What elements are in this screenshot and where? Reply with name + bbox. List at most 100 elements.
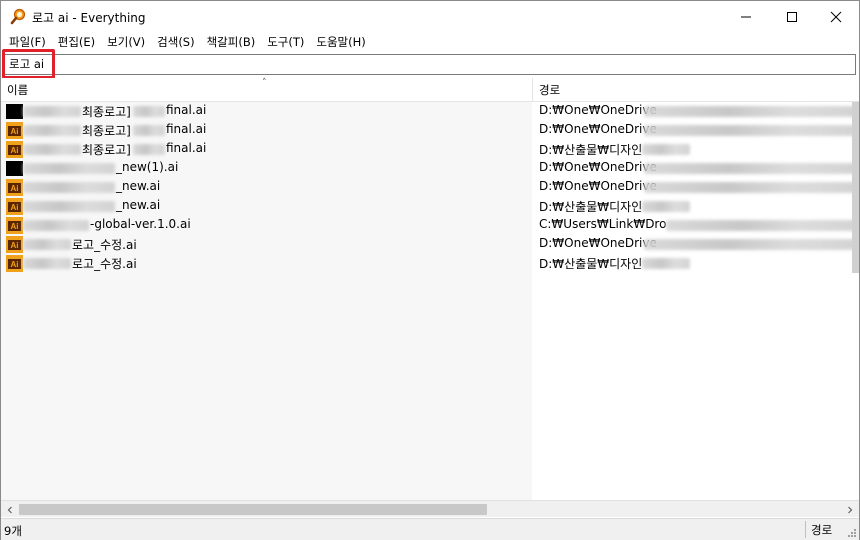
redacted-text — [642, 144, 690, 155]
redacted-text — [642, 258, 690, 269]
svg-text:Ai: Ai — [11, 222, 19, 231]
file-name-suffix: final.ai — [166, 103, 207, 117]
file-name: 최종로고] — [82, 143, 131, 157]
svg-text:Ai: Ai — [11, 127, 19, 136]
column-header-name[interactable]: 이름 — [7, 82, 28, 98]
file-name-suffix: final.ai — [166, 141, 207, 155]
scroll-left-button[interactable] — [3, 503, 16, 516]
redacted-text — [644, 182, 856, 193]
status-path-label: 경로 — [811, 523, 833, 537]
black-file-icon — [6, 104, 23, 119]
redacted-text — [23, 182, 115, 193]
redacted-text — [644, 239, 856, 250]
redacted-text — [23, 125, 81, 136]
menu-bar: 파일(F) 편집(E) 보기(V) 검색(S) 책갈피(B) 도구(T) 도움말… — [1, 32, 859, 52]
table-row[interactable]: Ai 로고_수정.ai D:₩One₩OneDrive — [1, 235, 859, 254]
close-icon — [830, 11, 842, 22]
minimize-icon — [741, 16, 751, 17]
ai-file-icon: Ai — [6, 255, 23, 272]
table-row[interactable]: Ai -global-ver.1.0.ai C:₩Users₩Link₩Dro — [1, 216, 859, 235]
table-row[interactable]: Ai _new.ai D:₩산출물₩디자인 — [1, 197, 859, 216]
menu-bookmarks[interactable]: 책갈피(B) — [201, 32, 262, 52]
file-path: D:₩One₩OneDrive — [539, 179, 657, 193]
redacted-text — [644, 163, 856, 174]
chevron-left-icon — [7, 506, 12, 513]
table-row[interactable]: Ai 최종로고] final.ai D:₩산출물₩디자인 — [1, 140, 859, 159]
maximize-icon — [787, 11, 797, 22]
redacted-text — [642, 201, 690, 212]
file-path: D:₩산출물₩디자인 — [539, 200, 643, 214]
redacted-text — [23, 220, 89, 231]
menu-help[interactable]: 도움말(H) — [310, 32, 371, 52]
redacted-text — [644, 125, 856, 136]
ai-file-icon: Ai — [6, 122, 23, 139]
table-row[interactable]: _new(1).ai D:₩One₩OneDrive — [1, 159, 859, 178]
redacted-text — [644, 106, 856, 117]
file-name: 최종로고] — [82, 124, 131, 138]
scroll-thumb[interactable] — [19, 504, 487, 515]
table-row[interactable]: Ai _new.ai D:₩One₩OneDrive — [1, 178, 859, 197]
redacted-text — [23, 163, 115, 174]
file-path: D:₩One₩OneDrive — [539, 160, 657, 174]
horizontal-scrollbar[interactable] — [1, 500, 859, 517]
redacted-text — [23, 144, 81, 155]
status-bar: 9개 경로 — [1, 518, 859, 540]
file-name: 최종로고] — [82, 105, 131, 119]
column-header-path[interactable]: 경로 — [539, 82, 560, 98]
ai-file-icon: Ai — [6, 141, 23, 158]
file-path: D:₩One₩OneDrive — [539, 103, 657, 117]
table-row[interactable]: Ai 로고_수정.ai D:₩산출물₩디자인 — [1, 254, 859, 273]
file-path: D:₩One₩OneDrive — [539, 122, 657, 136]
column-headers: 이름 ˄ 경로 — [1, 78, 859, 102]
file-name: _new.ai — [116, 198, 161, 212]
redacted-text — [133, 144, 165, 155]
ai-file-icon: Ai — [6, 236, 23, 253]
magnifier-app-icon — [10, 8, 26, 25]
redacted-text — [666, 220, 856, 231]
resize-grip-icon[interactable] — [846, 527, 856, 537]
redacted-text — [23, 201, 115, 212]
menu-view[interactable]: 보기(V) — [101, 32, 151, 52]
svg-text:Ai: Ai — [11, 146, 19, 155]
ai-file-icon: Ai — [6, 179, 23, 196]
file-name: 로고_수정.ai — [72, 257, 137, 271]
result-count: 9개 — [4, 524, 22, 538]
redacted-text — [23, 239, 71, 250]
file-name: 로고_수정.ai — [72, 238, 137, 252]
chevron-right-icon — [847, 506, 852, 513]
menu-edit[interactable]: 편집(E) — [52, 32, 101, 52]
svg-text:Ai: Ai — [11, 260, 19, 269]
file-path: D:₩산출물₩디자인 — [539, 143, 643, 157]
table-row[interactable]: 최종로고] final.ai D:₩One₩OneDrive — [1, 102, 859, 121]
ai-file-icon: Ai — [6, 217, 23, 234]
title-bar[interactable]: 로고 ai - Everything — [1, 1, 859, 32]
file-path: D:₩One₩OneDrive — [539, 236, 657, 250]
svg-text:Ai: Ai — [11, 184, 19, 193]
file-name-suffix: final.ai — [166, 122, 207, 136]
redacted-text — [23, 106, 81, 117]
file-name: _new(1).ai — [116, 160, 179, 174]
minimize-button[interactable] — [723, 1, 769, 32]
vertical-scroll-edge — [852, 102, 859, 273]
menu-tools[interactable]: 도구(T) — [261, 32, 310, 52]
column-divider[interactable] — [532, 78, 533, 102]
results-list[interactable]: 최종로고] final.ai D:₩One₩OneDrive Ai 최종로고] … — [1, 102, 859, 500]
scroll-right-button[interactable] — [843, 503, 856, 516]
svg-text:Ai: Ai — [11, 203, 19, 212]
redacted-text — [133, 106, 165, 117]
menu-search[interactable]: 검색(S) — [151, 32, 200, 52]
file-name: -global-ver.1.0.ai — [90, 217, 191, 231]
search-bar: 로고 ai — [1, 49, 859, 79]
file-path: D:₩산출물₩디자인 — [539, 257, 643, 271]
black-file-icon — [6, 161, 23, 176]
sort-ascending-icon: ˄ — [262, 78, 267, 88]
close-button[interactable] — [813, 1, 859, 32]
table-row[interactable]: Ai 최종로고] final.ai D:₩One₩OneDrive — [1, 121, 859, 140]
svg-text:Ai: Ai — [11, 241, 19, 250]
menu-file[interactable]: 파일(F) — [3, 32, 52, 52]
window-title: 로고 ai - Everything — [32, 11, 146, 25]
everything-window: 로고 ai - Everything 파일(F) 편집(E) 보기(V) 검색(… — [0, 0, 860, 540]
search-input[interactable]: 로고 ai — [4, 54, 856, 75]
maximize-button[interactable] — [769, 1, 815, 32]
redacted-text — [133, 125, 165, 136]
